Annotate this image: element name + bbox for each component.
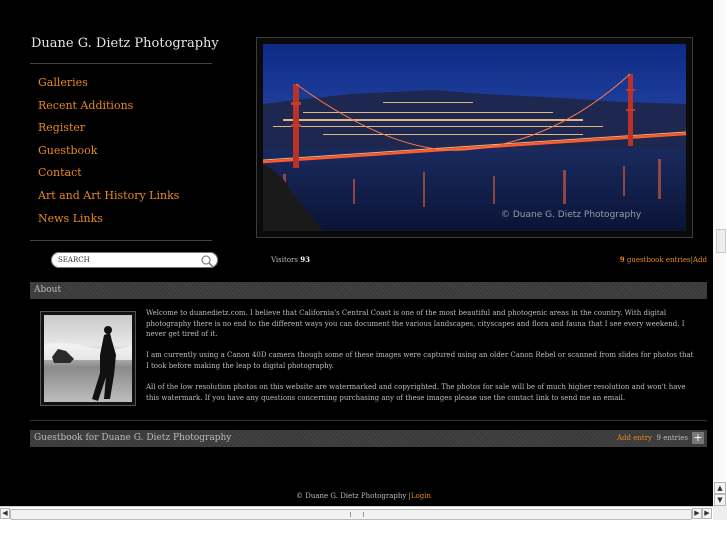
scroll-up-icon[interactable]: ▲ bbox=[714, 482, 726, 494]
visitors-count: 93 bbox=[300, 255, 310, 264]
guestbook-count: 9 bbox=[619, 255, 625, 264]
about-paragraph: I am currently using a Canon 40D camera … bbox=[146, 351, 694, 370]
site-title: Duane G. Dietz Photography bbox=[31, 36, 219, 51]
scrollbar-thumb[interactable] bbox=[716, 229, 726, 253]
nav-contact[interactable]: Contact bbox=[38, 165, 179, 188]
main-nav: Galleries Recent Additions Register Gues… bbox=[38, 75, 179, 233]
footer: © Duane G. Dietz Photography |Login bbox=[0, 492, 727, 500]
scroll-down-icon[interactable]: ▼ bbox=[714, 494, 726, 506]
divider bbox=[30, 420, 707, 421]
hero-image[interactable]: © Duane G. Dietz Photography bbox=[256, 37, 693, 238]
visitor-counter: Visitors 93 bbox=[271, 255, 310, 264]
scrollbar-grip bbox=[350, 512, 364, 517]
about-text: Welcome to duanedietz.com. I believe tha… bbox=[146, 308, 698, 414]
about-heading: About bbox=[34, 285, 62, 295]
guestbook-summary: 9 guestbook entries|Add bbox=[620, 255, 707, 264]
divider bbox=[30, 63, 212, 64]
about-header: About bbox=[30, 282, 707, 299]
visitors-label: Visitors bbox=[271, 256, 298, 264]
horizontal-scrollbar[interactable]: ◀ ▶ ▶ bbox=[0, 506, 713, 521]
nav-news-links[interactable]: News Links bbox=[38, 211, 179, 234]
scroll-right-icon[interactable]: ▶ bbox=[692, 508, 702, 519]
search-icon[interactable] bbox=[200, 253, 214, 268]
search-box bbox=[51, 252, 218, 268]
scroll-left-icon[interactable]: ◀ bbox=[0, 508, 10, 519]
nav-register[interactable]: Register bbox=[38, 120, 179, 143]
about-paragraph: All of the low resolution photos on this… bbox=[146, 383, 686, 402]
plus-icon[interactable]: + bbox=[692, 432, 704, 444]
guestbook-add-link[interactable]: Add bbox=[693, 256, 707, 264]
login-link[interactable]: Login bbox=[411, 492, 431, 500]
nav-guestbook[interactable]: Guestbook bbox=[38, 143, 179, 166]
vertical-scrollbar[interactable]: ▲ ▼ bbox=[713, 0, 727, 506]
guestbook-title[interactable]: Guestbook for Duane G. Dietz Photography bbox=[34, 430, 231, 447]
scrollbar-thumb[interactable] bbox=[10, 509, 692, 520]
nav-galleries[interactable]: Galleries bbox=[38, 75, 179, 98]
footer-copyright: © Duane G. Dietz Photography bbox=[296, 492, 407, 500]
nav-recent-additions[interactable]: Recent Additions bbox=[38, 98, 179, 121]
about-paragraph: Welcome to duanedietz.com. I believe tha… bbox=[146, 309, 685, 339]
hero-watermark: © Duane G. Dietz Photography bbox=[501, 210, 642, 220]
divider bbox=[30, 240, 212, 241]
add-entry-link[interactable]: Add entry bbox=[617, 430, 652, 447]
search-input[interactable] bbox=[58, 254, 193, 266]
guestbook-entries-link[interactable]: guestbook entries bbox=[627, 256, 691, 264]
window-bottom bbox=[0, 520, 727, 545]
scroll-corner bbox=[713, 506, 727, 520]
portrait-photo bbox=[40, 311, 136, 406]
guestbook-header: Guestbook for Duane G. Dietz Photography… bbox=[30, 430, 707, 447]
entries-count: 9 entries bbox=[656, 434, 688, 442]
scroll-right-end-icon[interactable]: ▶ bbox=[702, 508, 712, 519]
nav-art-links[interactable]: Art and Art History Links bbox=[38, 188, 179, 211]
